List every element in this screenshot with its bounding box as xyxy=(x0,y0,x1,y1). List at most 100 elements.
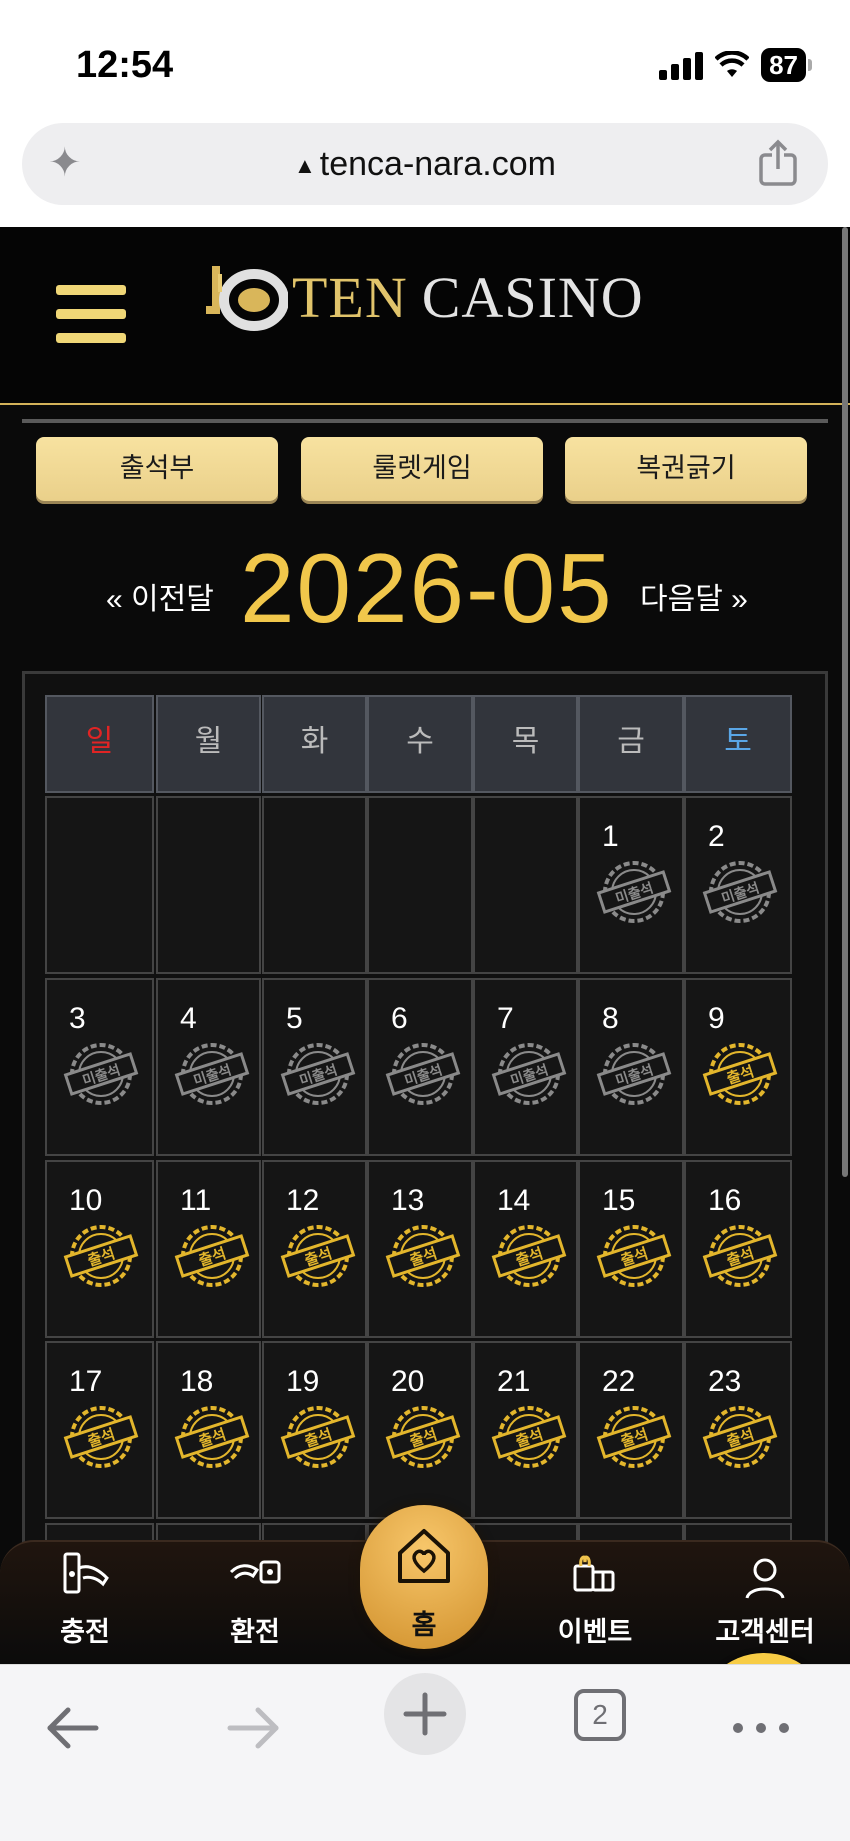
status-bar: 12:54 87 xyxy=(0,0,850,115)
nav-withdraw-label: 환전 xyxy=(230,1617,280,1647)
calendar-day-cell: 14 출석 xyxy=(473,1160,578,1338)
logo[interactable]: TEN CASINO xyxy=(206,257,644,337)
browser-toolbar: 2 xyxy=(0,1664,850,1841)
scrollbar[interactable] xyxy=(842,227,848,1177)
calendar-day-cell: 22 출석 xyxy=(578,1341,684,1519)
prev-month-link[interactable]: « 이전달 xyxy=(106,574,214,618)
day-number: 12 xyxy=(286,1184,320,1217)
menu-icon[interactable] xyxy=(56,285,126,343)
signal-icon xyxy=(659,50,704,80)
wifi-icon xyxy=(715,51,750,77)
calendar-day-cell: 1 미출석 xyxy=(578,796,684,974)
absent-stamp-icon: 미출석 xyxy=(596,1043,672,1105)
attended-stamp-icon: 출석 xyxy=(280,1225,356,1287)
attended-stamp-icon: 출석 xyxy=(491,1225,567,1287)
attended-stamp-icon: 출석 xyxy=(174,1406,250,1468)
day-number: 11 xyxy=(180,1184,212,1217)
day-number: 1 xyxy=(602,820,619,853)
attended-stamp-icon: 출석 xyxy=(63,1406,139,1468)
deposit-icon xyxy=(63,1552,109,1594)
attended-stamp-icon: 출석 xyxy=(702,1225,778,1287)
next-month-link[interactable]: 다음달 » xyxy=(640,574,748,618)
absent-stamp-icon: 미출석 xyxy=(491,1043,567,1105)
attended-stamp-icon: 출석 xyxy=(596,1406,672,1468)
tab-attendance[interactable]: 출석부 xyxy=(36,437,278,501)
nav-support[interactable]: 고객센터 xyxy=(700,1542,830,1664)
status-icons: 87 xyxy=(659,48,812,82)
day-number: 3 xyxy=(69,1002,86,1035)
calendar-day-cell xyxy=(45,796,154,974)
calendar-day-cell: 16 출석 xyxy=(684,1160,792,1338)
attended-stamp-icon: 출석 xyxy=(596,1225,672,1287)
absent-stamp-icon: 미출석 xyxy=(280,1043,356,1105)
calendar-day-cell: 5 미출석 xyxy=(262,978,367,1156)
site: TEN CASINO 출석부 룰렛게임 복권긁기 « 이전달 2026-05 다… xyxy=(0,227,850,1664)
calendar-day-cell: 10 출석 xyxy=(45,1160,154,1338)
tabs-button[interactable]: 2 xyxy=(574,1689,626,1741)
calendar-day-cell: 8 미출석 xyxy=(578,978,684,1156)
attended-stamp-icon: 출석 xyxy=(174,1225,250,1287)
day-number: 23 xyxy=(708,1365,742,1398)
absent-stamp-icon: 미출석 xyxy=(63,1043,139,1105)
support-icon xyxy=(745,1558,785,1599)
calendar-day-cell: 13 출석 xyxy=(367,1160,473,1338)
logo-casino-text: CASINO xyxy=(421,264,644,330)
calendar-day-cell: 3 미출석 xyxy=(45,978,154,1156)
day-number: 8 xyxy=(602,1002,619,1035)
battery-indicator: 87 xyxy=(761,48,812,82)
calendar-day-cell xyxy=(262,796,367,974)
day-number: 22 xyxy=(602,1365,636,1398)
calendar-day-cell: 19 출석 xyxy=(262,1341,367,1519)
calendar-day-cell: 17 출석 xyxy=(45,1341,154,1519)
calendar-day-cell: 20 출석 xyxy=(367,1341,473,1519)
attended-stamp-icon: 출석 xyxy=(385,1225,461,1287)
gift-icon xyxy=(573,1555,615,1592)
calendar-day-cell: 11 출석 xyxy=(156,1160,261,1338)
day-number: 5 xyxy=(286,1002,303,1035)
url-text[interactable]: tenca-nara.com xyxy=(320,145,556,183)
nav-withdraw[interactable]: 환전 xyxy=(190,1542,320,1664)
day-number: 4 xyxy=(180,1002,197,1035)
more-icon[interactable] xyxy=(716,1693,806,1763)
back-arrow-icon[interactable] xyxy=(34,1693,124,1763)
status-time: 12:54 xyxy=(76,44,174,86)
day-number: 10 xyxy=(69,1184,103,1217)
day-number: 6 xyxy=(391,1002,408,1035)
weekday-header: 일 xyxy=(45,695,154,793)
absent-stamp-icon: 미출석 xyxy=(596,861,672,923)
url-text-wrap[interactable]: ▲ tenca-nara.com xyxy=(22,145,828,184)
month-navigation: « 이전달 2026-05 다음달 » xyxy=(0,532,850,643)
withdraw-icon xyxy=(229,1560,281,1584)
nav-deposit[interactable]: 충전 xyxy=(20,1542,150,1664)
tab-roulette[interactable]: 룰렛게임 xyxy=(301,437,543,501)
nav-event[interactable]: 이벤트 xyxy=(530,1542,660,1664)
attended-stamp-icon: 출석 xyxy=(702,1406,778,1468)
calendar-day-cell xyxy=(367,796,473,974)
calendar-day-cell: 21 출석 xyxy=(473,1341,578,1519)
forward-arrow-icon[interactable] xyxy=(204,1693,294,1763)
weekday-header: 목 xyxy=(473,695,578,793)
calendar-day-cell: 18 출석 xyxy=(156,1341,261,1519)
weekday-header: 금 xyxy=(578,695,684,793)
calendar-day-cell: 2 미출석 xyxy=(684,796,792,974)
new-tab-button[interactable] xyxy=(384,1673,466,1755)
month-title: 2026-05 xyxy=(240,533,614,643)
calendar-day-cell xyxy=(156,796,261,974)
share-icon[interactable] xyxy=(758,139,798,187)
weekday-header: 화 xyxy=(262,695,367,793)
day-number: 19 xyxy=(286,1365,320,1398)
attended-stamp-icon: 출석 xyxy=(280,1406,356,1468)
absent-stamp-icon: 미출석 xyxy=(174,1043,250,1105)
nav-home[interactable]: 홈 xyxy=(360,1505,488,1649)
day-number: 15 xyxy=(602,1184,636,1217)
day-number: 14 xyxy=(497,1184,531,1217)
logo-mark-icon xyxy=(206,266,288,331)
day-number: 9 xyxy=(708,1002,725,1035)
tab-lottery[interactable]: 복권긁기 xyxy=(565,437,807,501)
absent-stamp-icon: 미출석 xyxy=(385,1043,461,1105)
calendar-day-cell: 12 출석 xyxy=(262,1160,367,1338)
calendar-day-cell: 23 출석 xyxy=(684,1341,792,1519)
nav-home-label: 홈 xyxy=(411,1610,437,1640)
day-number: 18 xyxy=(180,1365,214,1398)
address-bar[interactable]: ✦ ▲ tenca-nara.com xyxy=(22,123,828,205)
